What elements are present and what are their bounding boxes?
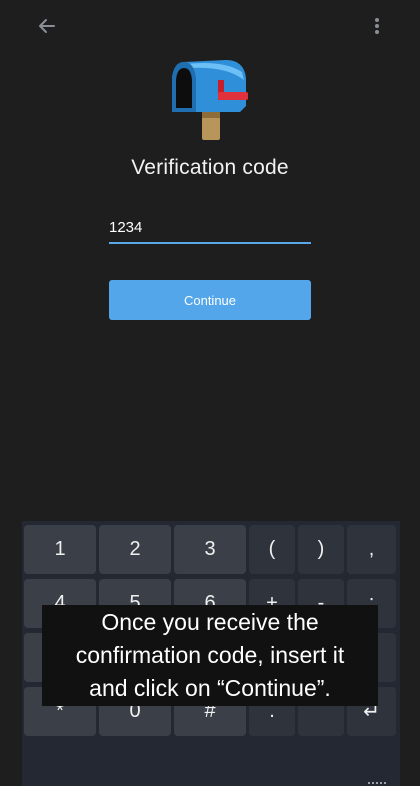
page-title: Verification code <box>131 156 289 179</box>
top-app-bar <box>0 0 420 52</box>
caption-line: confirmation code, insert it <box>75 642 345 668</box>
key-close-paren[interactable]: ) <box>298 525 344 574</box>
continue-button[interactable]: Continue <box>109 280 311 320</box>
key-open-paren[interactable]: ( <box>249 525 295 574</box>
key-comma[interactable]: , <box>347 525 396 574</box>
key-1[interactable]: 1 <box>24 525 96 574</box>
caption-line: Once you receive the <box>101 609 319 635</box>
key-2[interactable]: 2 <box>99 525 171 574</box>
verification-code-input[interactable] <box>109 212 311 244</box>
keyboard-handle <box>368 782 386 786</box>
caption-line: and click on “Continue”. <box>89 675 331 701</box>
more-vert-icon[interactable] <box>365 14 389 38</box>
mailbox-icon <box>166 56 254 142</box>
key-3[interactable]: 3 <box>174 525 246 574</box>
tutorial-caption: Once you receive the confirmation code, … <box>42 605 378 706</box>
back-arrow-icon[interactable] <box>35 14 59 38</box>
